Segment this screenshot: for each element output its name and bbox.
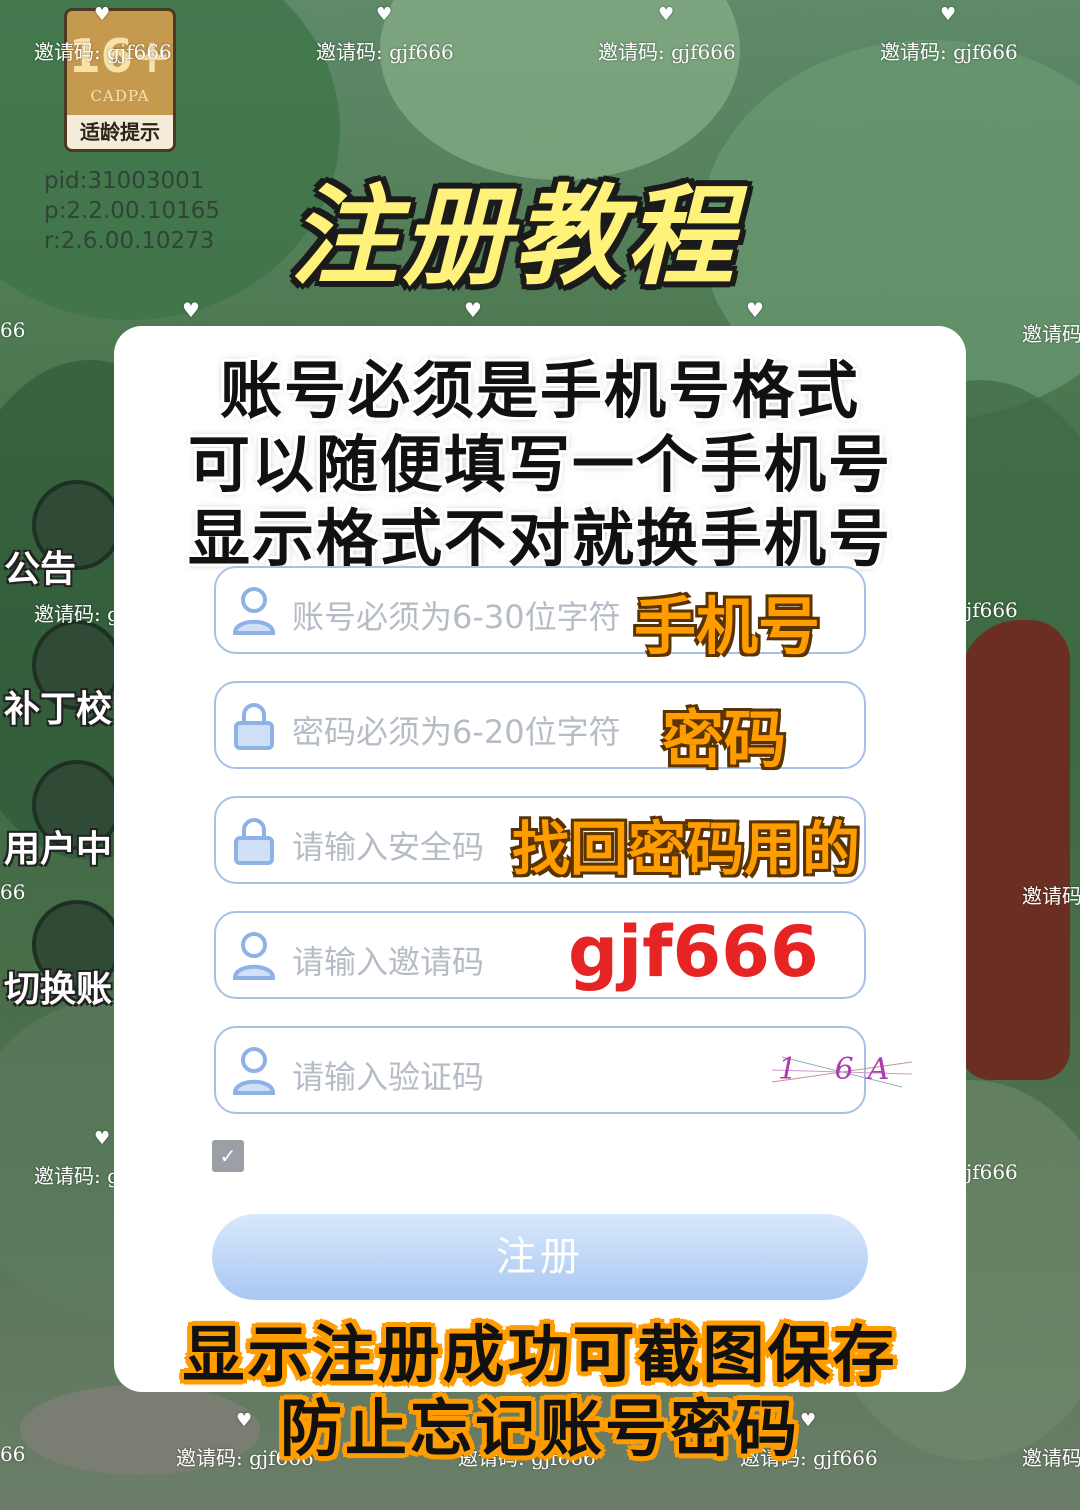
user-icon: [232, 1047, 276, 1095]
notice-line: 显示格式不对就换手机号: [187, 502, 892, 575]
version-r: r:2.6.00.10273: [44, 228, 215, 254]
side-item-label: 补丁校: [4, 689, 113, 730]
heart-icon: ♥: [464, 298, 482, 322]
side-menu: 公告 补丁校 用户中 切换账: [0, 470, 122, 1030]
register-button[interactable]: 注册: [212, 1214, 868, 1300]
password-field[interactable]: 密码必须为6-20位字符 密码: [214, 681, 866, 776]
captcha-image[interactable]: 1 6A: [771, 1052, 913, 1092]
password-hint-label: 密码: [662, 703, 787, 776]
heart-icon: ♥: [94, 4, 111, 25]
watermark: ♥ 邀请码: gjf666: [34, 4, 172, 64]
heart-icon: ♥: [94, 1128, 111, 1149]
bottom-tip-line: 防止忘记账号密码: [279, 1392, 800, 1465]
side-item-label: 切换账: [4, 969, 113, 1010]
watermark: ♥ 邀请码: gjf666: [880, 4, 1018, 64]
agreement-checkbox[interactable]: ✓: [212, 1140, 244, 1172]
captcha-text: 1 6A: [778, 1052, 904, 1087]
watermark: ♥ 邀请码: gjf666: [316, 4, 454, 64]
age-rating-tip: 适龄提示: [67, 115, 173, 149]
heart-icon: ♥: [658, 4, 675, 25]
heart-icon: ♥: [376, 4, 393, 25]
captcha-placeholder: 请输入验证码: [292, 1058, 485, 1096]
watermark-partial: jf666: [966, 598, 1018, 622]
side-item-patch[interactable]: 补丁校: [0, 610, 122, 750]
side-item-label: 用户中: [4, 829, 113, 870]
invite-code-placeholder: 请输入邀请码: [292, 943, 485, 981]
version-pid: pid:31003001: [44, 168, 205, 194]
version-info: pid:31003001 p:2.2.00.10165 r:2.6.00.102…: [44, 166, 220, 256]
watermark-edge: 66: [0, 880, 26, 904]
security-code-hint-label: 找回密码用的: [512, 815, 861, 883]
security-code-field[interactable]: 请输入安全码 找回密码用的: [214, 796, 866, 884]
watermark-partial: 邀请码: g: [34, 602, 120, 626]
security-code-placeholder: 请输入安全码: [292, 828, 485, 866]
register-dialog: 账号必须是手机号格式 可以随便填写一个手机号 显示格式不对就换手机号 账号必须为…: [114, 326, 966, 1392]
invite-code-field[interactable]: 请输入邀请码 gjf666: [214, 911, 866, 999]
side-item-notice[interactable]: 公告: [0, 470, 122, 610]
invite-code-hint-label: gjf666: [568, 911, 819, 993]
side-item-switch-account[interactable]: 切换账: [0, 890, 122, 1030]
lock-icon: [234, 703, 274, 750]
side-item-user-center[interactable]: 用户中: [0, 750, 122, 890]
age-rating-org: CADPA: [90, 87, 150, 105]
heart-icon: ♥: [182, 298, 200, 322]
heart-icon: ♥: [940, 4, 957, 25]
user-icon: [232, 932, 276, 980]
phone-hint-label: 手机号: [634, 590, 821, 663]
watermark: ♥ 邀请码: gjf666: [598, 4, 736, 64]
watermark-partial: jf666: [966, 1160, 1018, 1184]
watermark-edge: 66: [0, 318, 26, 342]
bear-character: [960, 620, 1070, 1080]
watermark-edge: 邀请码: [1022, 884, 1080, 908]
page-title: 注册教程: [290, 175, 739, 300]
account-placeholder: 账号必须为6-30位字符: [292, 598, 621, 636]
lock-icon: [234, 818, 274, 865]
captcha-field[interactable]: 请输入验证码 1 6A: [214, 1026, 913, 1114]
heart-icon: ♥: [746, 298, 764, 322]
side-item-label: 公告: [4, 549, 77, 590]
watermark-partial: ♥ 邀请码: g: [34, 1128, 120, 1188]
account-field[interactable]: 账号必须为6-30位字符 手机号: [214, 566, 866, 663]
user-icon: [232, 587, 276, 635]
version-p: p:2.2.00.10165: [44, 198, 220, 224]
watermark-edge: 邀请码: [1022, 322, 1080, 346]
age-rating-badge: 16+ CADPA 适龄提示: [64, 8, 176, 152]
password-placeholder: 密码必须为6-20位字符: [292, 713, 621, 751]
